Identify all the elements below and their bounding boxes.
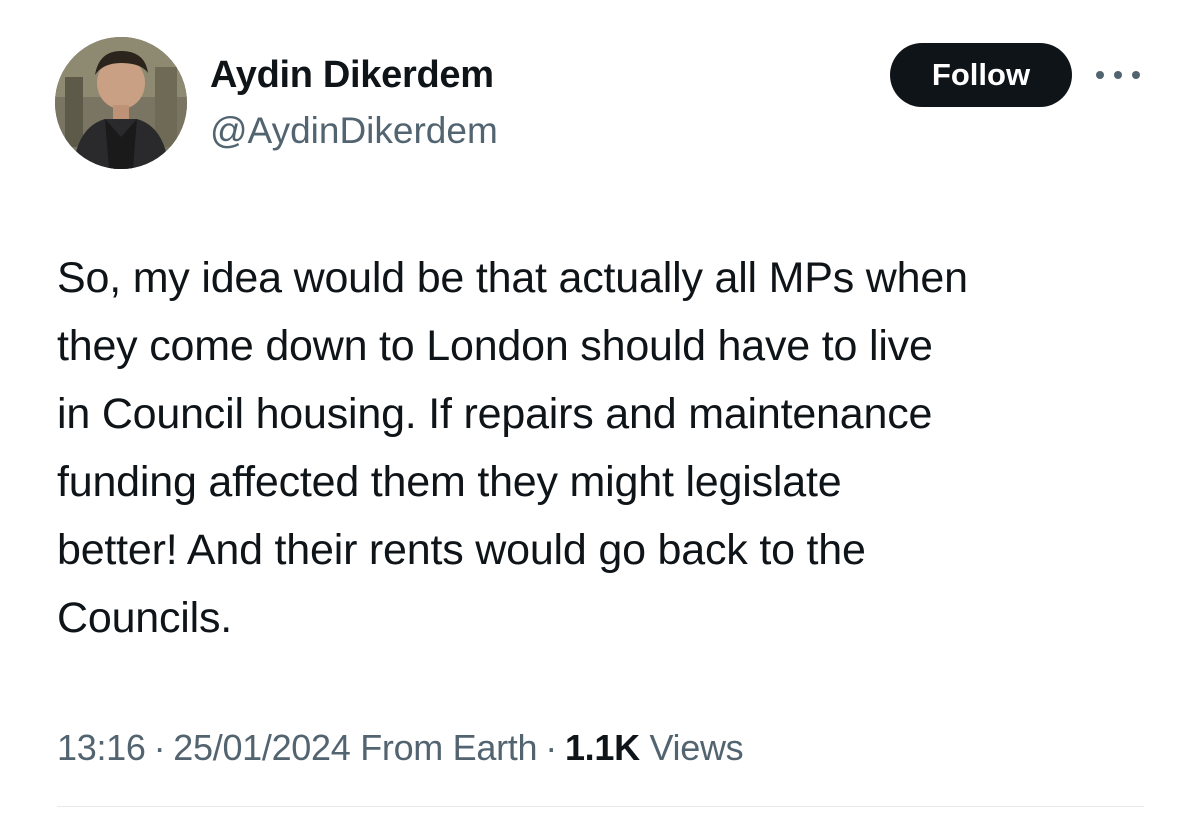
- tweet-text: So, my idea would be that actually all M…: [57, 244, 1157, 652]
- divider: [57, 806, 1144, 807]
- tweet-card: Aydin Dikerdem @AydinDikerdem Follow So,…: [0, 0, 1200, 816]
- tweet-text-line: they come down to London should have to …: [57, 322, 933, 370]
- more-dot: [1114, 71, 1122, 79]
- tweet-text-line: better! And their rents would go back to…: [57, 526, 866, 574]
- more-dot: [1096, 71, 1104, 79]
- tweet-text-line: Councils.: [57, 594, 233, 642]
- meta-separator: ·: [545, 727, 557, 768]
- tweet-time[interactable]: 13:16: [57, 727, 146, 768]
- avatar-photo-icon: [55, 37, 187, 169]
- tweet-source: From Earth: [360, 727, 538, 768]
- tweet-text-line: So, my idea would be that actually all M…: [57, 254, 968, 302]
- author-display-name[interactable]: Aydin Dikerdem: [210, 52, 494, 98]
- views-count[interactable]: 1.1K: [565, 727, 640, 768]
- meta-separator: ·: [153, 727, 166, 768]
- avatar[interactable]: [55, 37, 187, 169]
- tweet-text-line: funding affected them they might legisla…: [57, 458, 842, 506]
- more-options-icon[interactable]: [1096, 60, 1140, 90]
- views-label: Views: [649, 727, 744, 768]
- author-handle[interactable]: @AydinDikerdem: [210, 108, 498, 154]
- tweet-date[interactable]: 25/01/2024: [173, 727, 350, 768]
- more-dot: [1132, 71, 1140, 79]
- follow-button[interactable]: Follow: [890, 43, 1072, 107]
- tweet-meta: 13:16 · 25/01/2024 From Earth · 1.1K Views: [57, 722, 744, 774]
- tweet-text-line: in Council housing. If repairs and maint…: [57, 390, 933, 438]
